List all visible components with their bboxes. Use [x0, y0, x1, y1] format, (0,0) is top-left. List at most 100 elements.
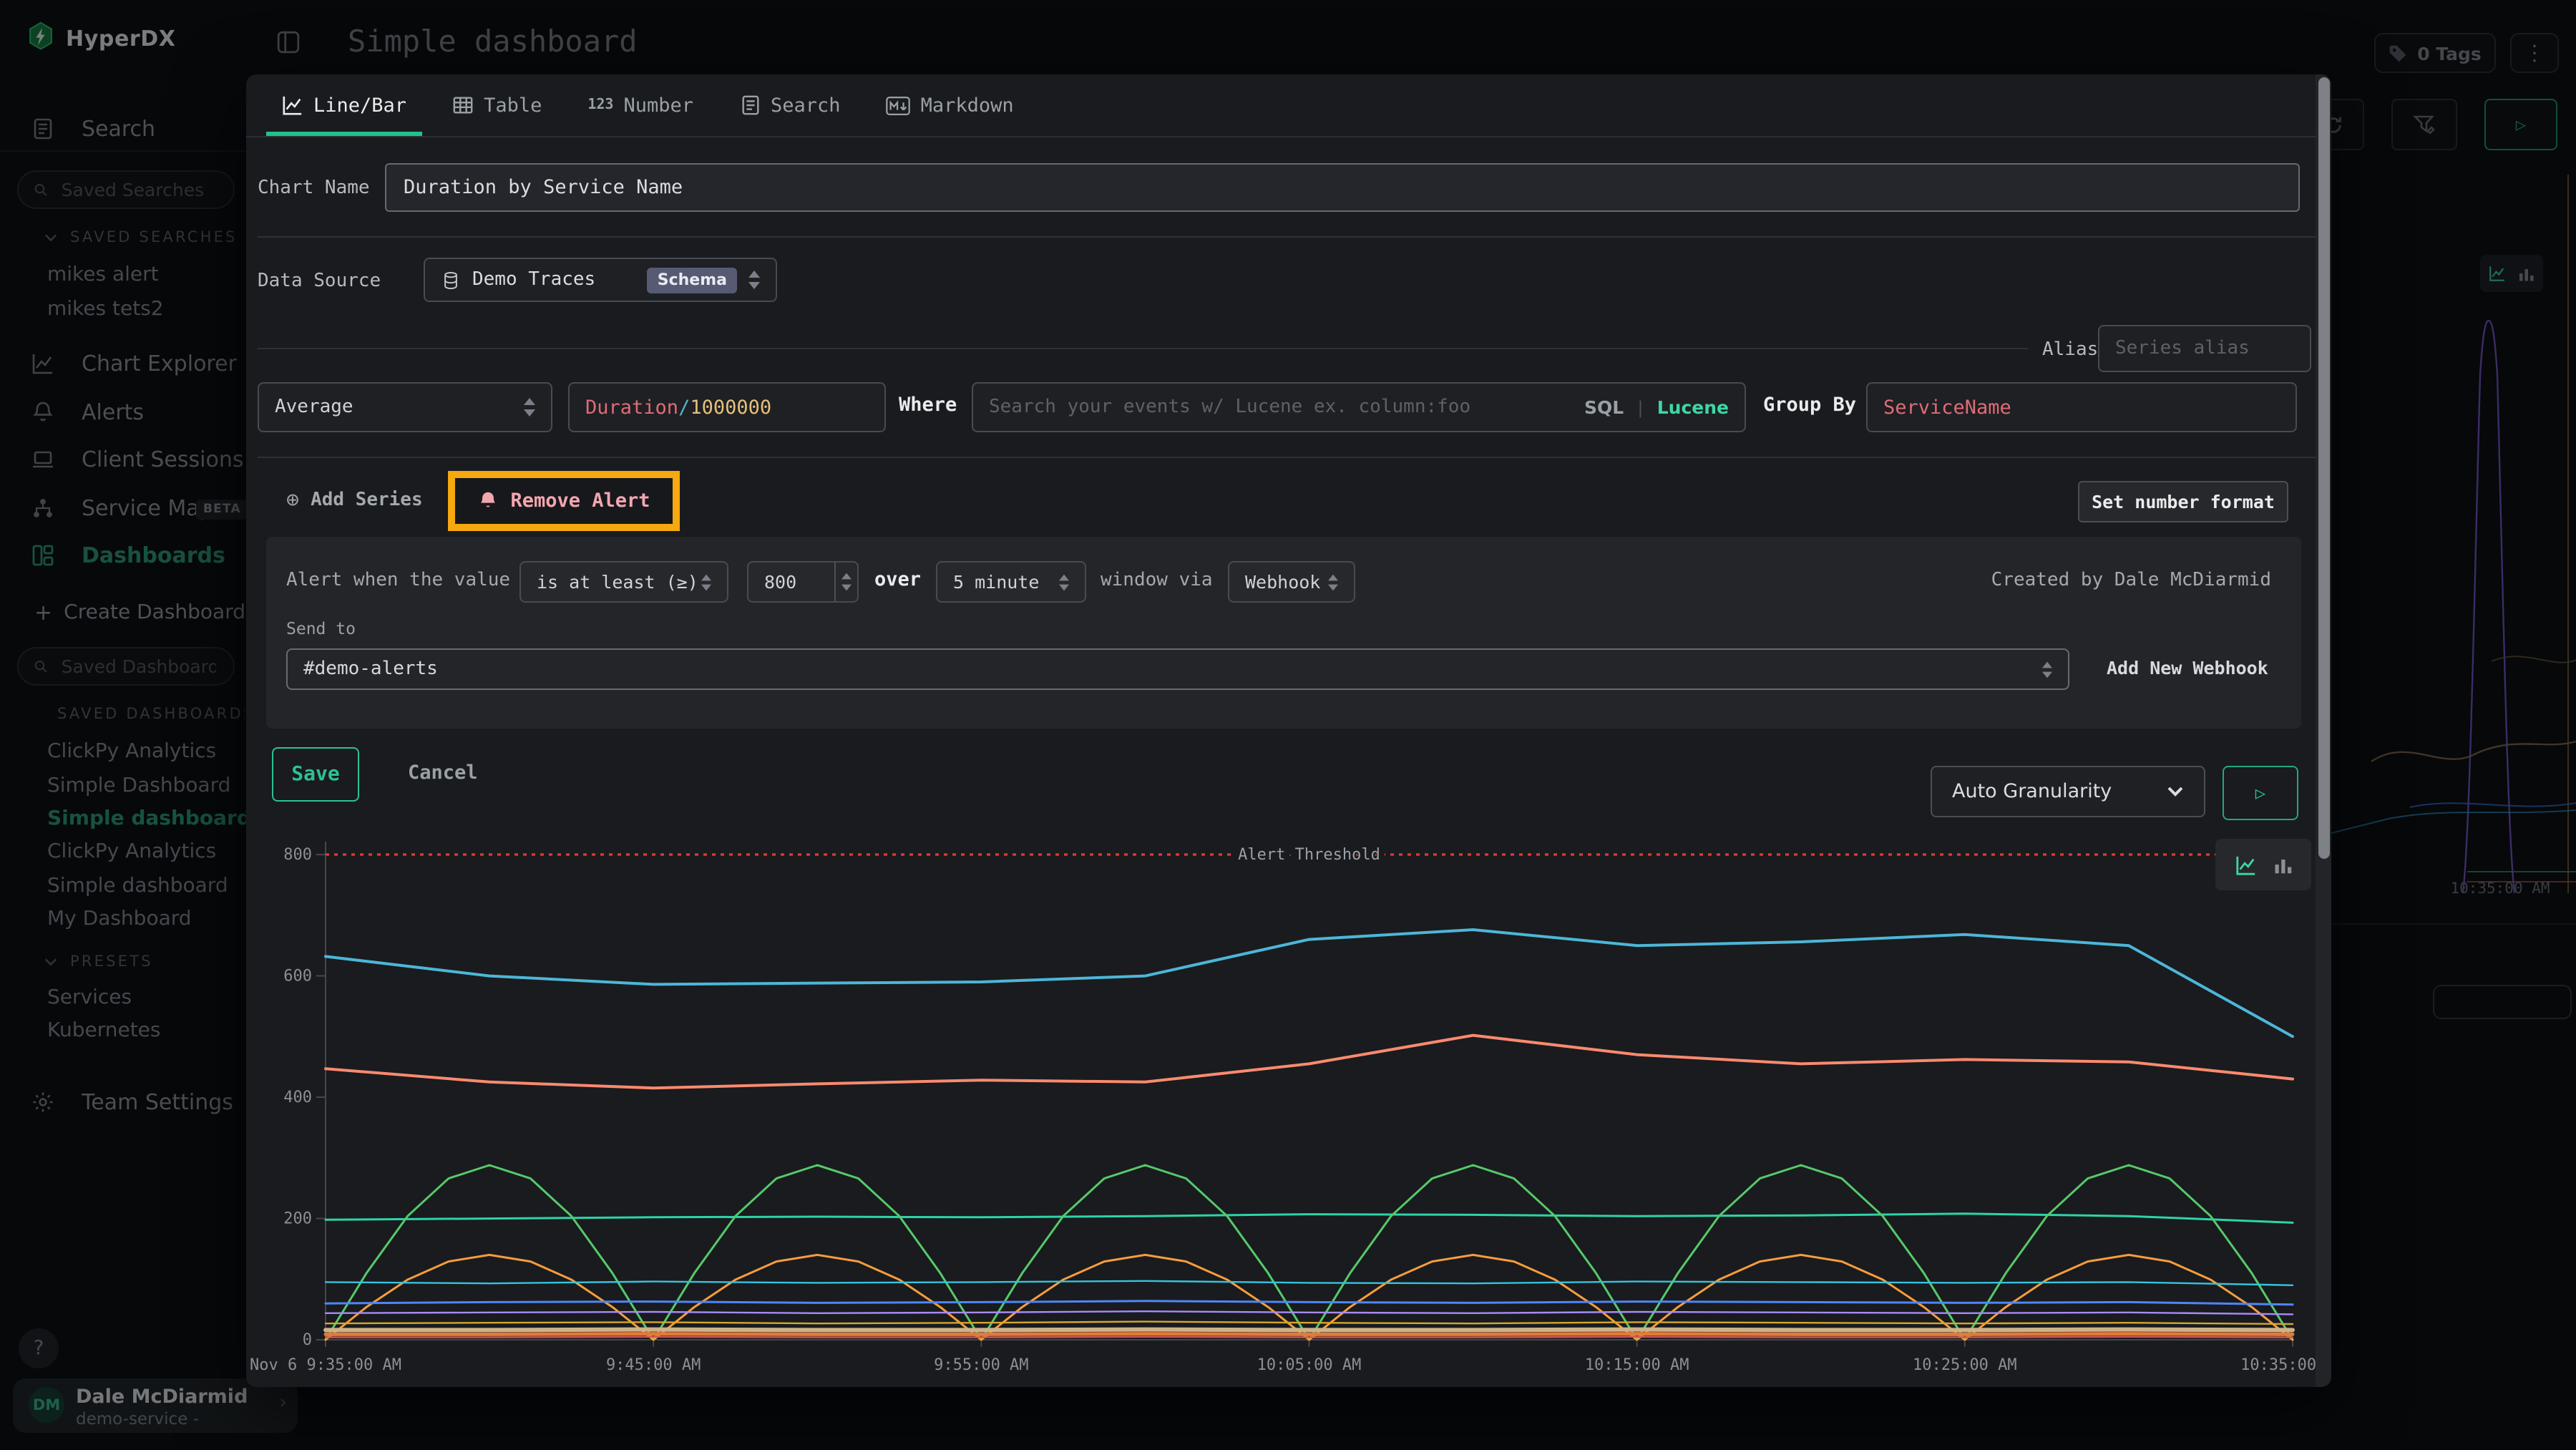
- operator-token: /: [678, 396, 690, 419]
- where-placeholder: Search your events w/ Lucene ex. column:…: [989, 396, 1573, 418]
- line-chart-icon: [282, 94, 303, 116]
- schema-badge[interactable]: Schema: [648, 267, 737, 293]
- chart-type-toggle[interactable]: [2215, 839, 2311, 890]
- stepper-buttons[interactable]: [834, 563, 857, 601]
- alert-config-panel: Alert when the value is at least (≥) 800…: [266, 537, 2301, 729]
- step-down-icon[interactable]: [841, 584, 852, 591]
- granularity-value: Auto Granularity: [1952, 780, 2112, 803]
- updown-chevron-icon: [2042, 661, 2052, 678]
- svg-text:10:15:00 AM: 10:15:00 AM: [1585, 1356, 1689, 1374]
- tab-markdown[interactable]: Markdown: [871, 74, 1030, 136]
- alert-channel-select[interactable]: Webhook: [1228, 561, 1355, 603]
- field-token: Duration: [585, 396, 678, 419]
- set-number-format-button[interactable]: Set number format: [2078, 481, 2288, 522]
- data-source-select[interactable]: Demo Traces Schema: [424, 258, 777, 302]
- modal-scrollbar-thumb[interactable]: [2318, 77, 2329, 859]
- updown-chevron-icon: [748, 271, 760, 289]
- created-by-label: Created by Dale McDiarmid: [1991, 570, 2271, 591]
- alert-threshold-stepper[interactable]: 800: [747, 561, 859, 603]
- tab-number[interactable]: 123 Number: [572, 74, 709, 136]
- svg-text:600: 600: [283, 968, 312, 986]
- play-icon: ▷: [2255, 783, 2265, 803]
- updown-chevron-icon: [1328, 573, 1338, 590]
- group-by-label: Group By: [1763, 394, 1856, 417]
- tab-search[interactable]: Search: [723, 74, 857, 136]
- webhook-value: #demo-alerts: [303, 658, 438, 680]
- tab-label: Line/Bar: [313, 94, 406, 117]
- run-chart-button[interactable]: ▷: [2223, 766, 2298, 820]
- cancel-button[interactable]: Cancel: [408, 762, 478, 784]
- send-to-label: Send to: [286, 618, 356, 638]
- markdown-icon: [887, 95, 911, 115]
- svg-text:800: 800: [283, 846, 312, 864]
- set-number-format-label: Set number format: [2092, 491, 2275, 512]
- chart-editor-modal: Line/Bar Table 123 Number Search Markdow…: [246, 74, 2331, 1387]
- tab-table[interactable]: Table: [436, 74, 557, 136]
- group-by-input[interactable]: ServiceName: [1866, 382, 2297, 432]
- channel-value: Webhook: [1245, 571, 1320, 593]
- tabs-divider: [246, 136, 2331, 137]
- field-expression-input[interactable]: Duration/1000000: [568, 382, 886, 432]
- alert-window-select[interactable]: 5 minute: [936, 561, 1086, 603]
- tab-line-bar[interactable]: Line/Bar: [266, 74, 422, 136]
- granularity-select[interactable]: Auto Granularity: [1931, 766, 2205, 817]
- svg-text:10:05:00 AM: 10:05:00 AM: [1257, 1356, 1362, 1374]
- aggregation-select[interactable]: Average: [258, 382, 552, 432]
- window-value: 5 minute: [953, 571, 1039, 593]
- number-123-icon: 123: [587, 97, 613, 113]
- add-circle-icon: ⊕: [286, 487, 299, 512]
- save-label: Save: [291, 763, 339, 786]
- add-series-button[interactable]: ⊕ Add Series: [286, 487, 423, 512]
- alias-input[interactable]: Series alias: [2098, 325, 2311, 372]
- tab-label: Markdown: [921, 94, 1014, 117]
- window-via-label: window via: [1101, 570, 1213, 591]
- step-up-icon[interactable]: [841, 573, 852, 580]
- svg-text:400: 400: [283, 1089, 312, 1106]
- chart-name-input[interactable]: Duration by Service Name: [385, 163, 2300, 212]
- add-new-webhook-button[interactable]: Add New Webhook: [2107, 657, 2268, 678]
- where-search-input[interactable]: Search your events w/ Lucene ex. column:…: [972, 382, 1746, 432]
- table-icon: [452, 94, 474, 116]
- svg-text:200: 200: [283, 1210, 312, 1228]
- data-source-label: Data Source: [258, 271, 381, 292]
- aggregation-value: Average: [275, 396, 353, 418]
- svg-text:Alert Threshold: Alert Threshold: [1238, 846, 1380, 864]
- alias-divider: [258, 348, 2028, 349]
- svg-text:9:45:00 AM: 9:45:00 AM: [606, 1356, 701, 1374]
- updown-chevron-icon: [524, 398, 535, 417]
- line-chart-icon[interactable]: [2235, 854, 2256, 875]
- updown-chevron-icon: [1059, 573, 1069, 590]
- save-button[interactable]: Save: [272, 747, 359, 802]
- group-by-value: ServiceName: [1883, 396, 2011, 419]
- tab-label: Table: [484, 94, 542, 117]
- over-label: over: [874, 568, 921, 591]
- alias-label: Alias: [2042, 339, 2098, 361]
- chart-name-label: Chart Name: [258, 177, 370, 199]
- editor-tabs: Line/Bar Table 123 Number Search Markdow…: [266, 74, 2303, 136]
- remove-alert-button[interactable]: Remove Alert: [455, 478, 673, 524]
- section-divider: [258, 236, 2320, 238]
- bell-icon: [477, 491, 497, 511]
- alert-condition-select[interactable]: is at least (≥): [519, 561, 728, 603]
- data-source-value: Demo Traces: [472, 269, 595, 291]
- modal-scrollbar-track[interactable]: [2316, 74, 2331, 1387]
- tab-label: Search: [771, 94, 841, 117]
- pipe-divider: |: [1635, 397, 1645, 417]
- svg-text:Nov 6 9:35:00 AM: Nov 6 9:35:00 AM: [250, 1356, 401, 1374]
- condition-value: is at least (≥): [537, 571, 698, 593]
- where-label: Where: [899, 394, 957, 417]
- number-token: 1000000: [690, 396, 771, 419]
- add-series-label: Add Series: [311, 489, 423, 510]
- sql-toggle[interactable]: SQL: [1584, 396, 1624, 418]
- alert-lead-label: Alert when the value: [286, 570, 510, 591]
- section-divider: [258, 457, 2320, 458]
- lucene-toggle[interactable]: Lucene: [1657, 396, 1729, 418]
- annotation-highlight-box: Remove Alert: [448, 471, 680, 531]
- webhook-select[interactable]: #demo-alerts: [286, 648, 2069, 690]
- bar-chart-icon[interactable]: [2272, 855, 2292, 875]
- svg-text:9:55:00 AM: 9:55:00 AM: [934, 1356, 1028, 1374]
- updown-chevron-icon: [701, 573, 711, 590]
- document-icon: [739, 94, 761, 116]
- svg-text:0: 0: [303, 1331, 312, 1349]
- remove-alert-label: Remove Alert: [510, 490, 650, 512]
